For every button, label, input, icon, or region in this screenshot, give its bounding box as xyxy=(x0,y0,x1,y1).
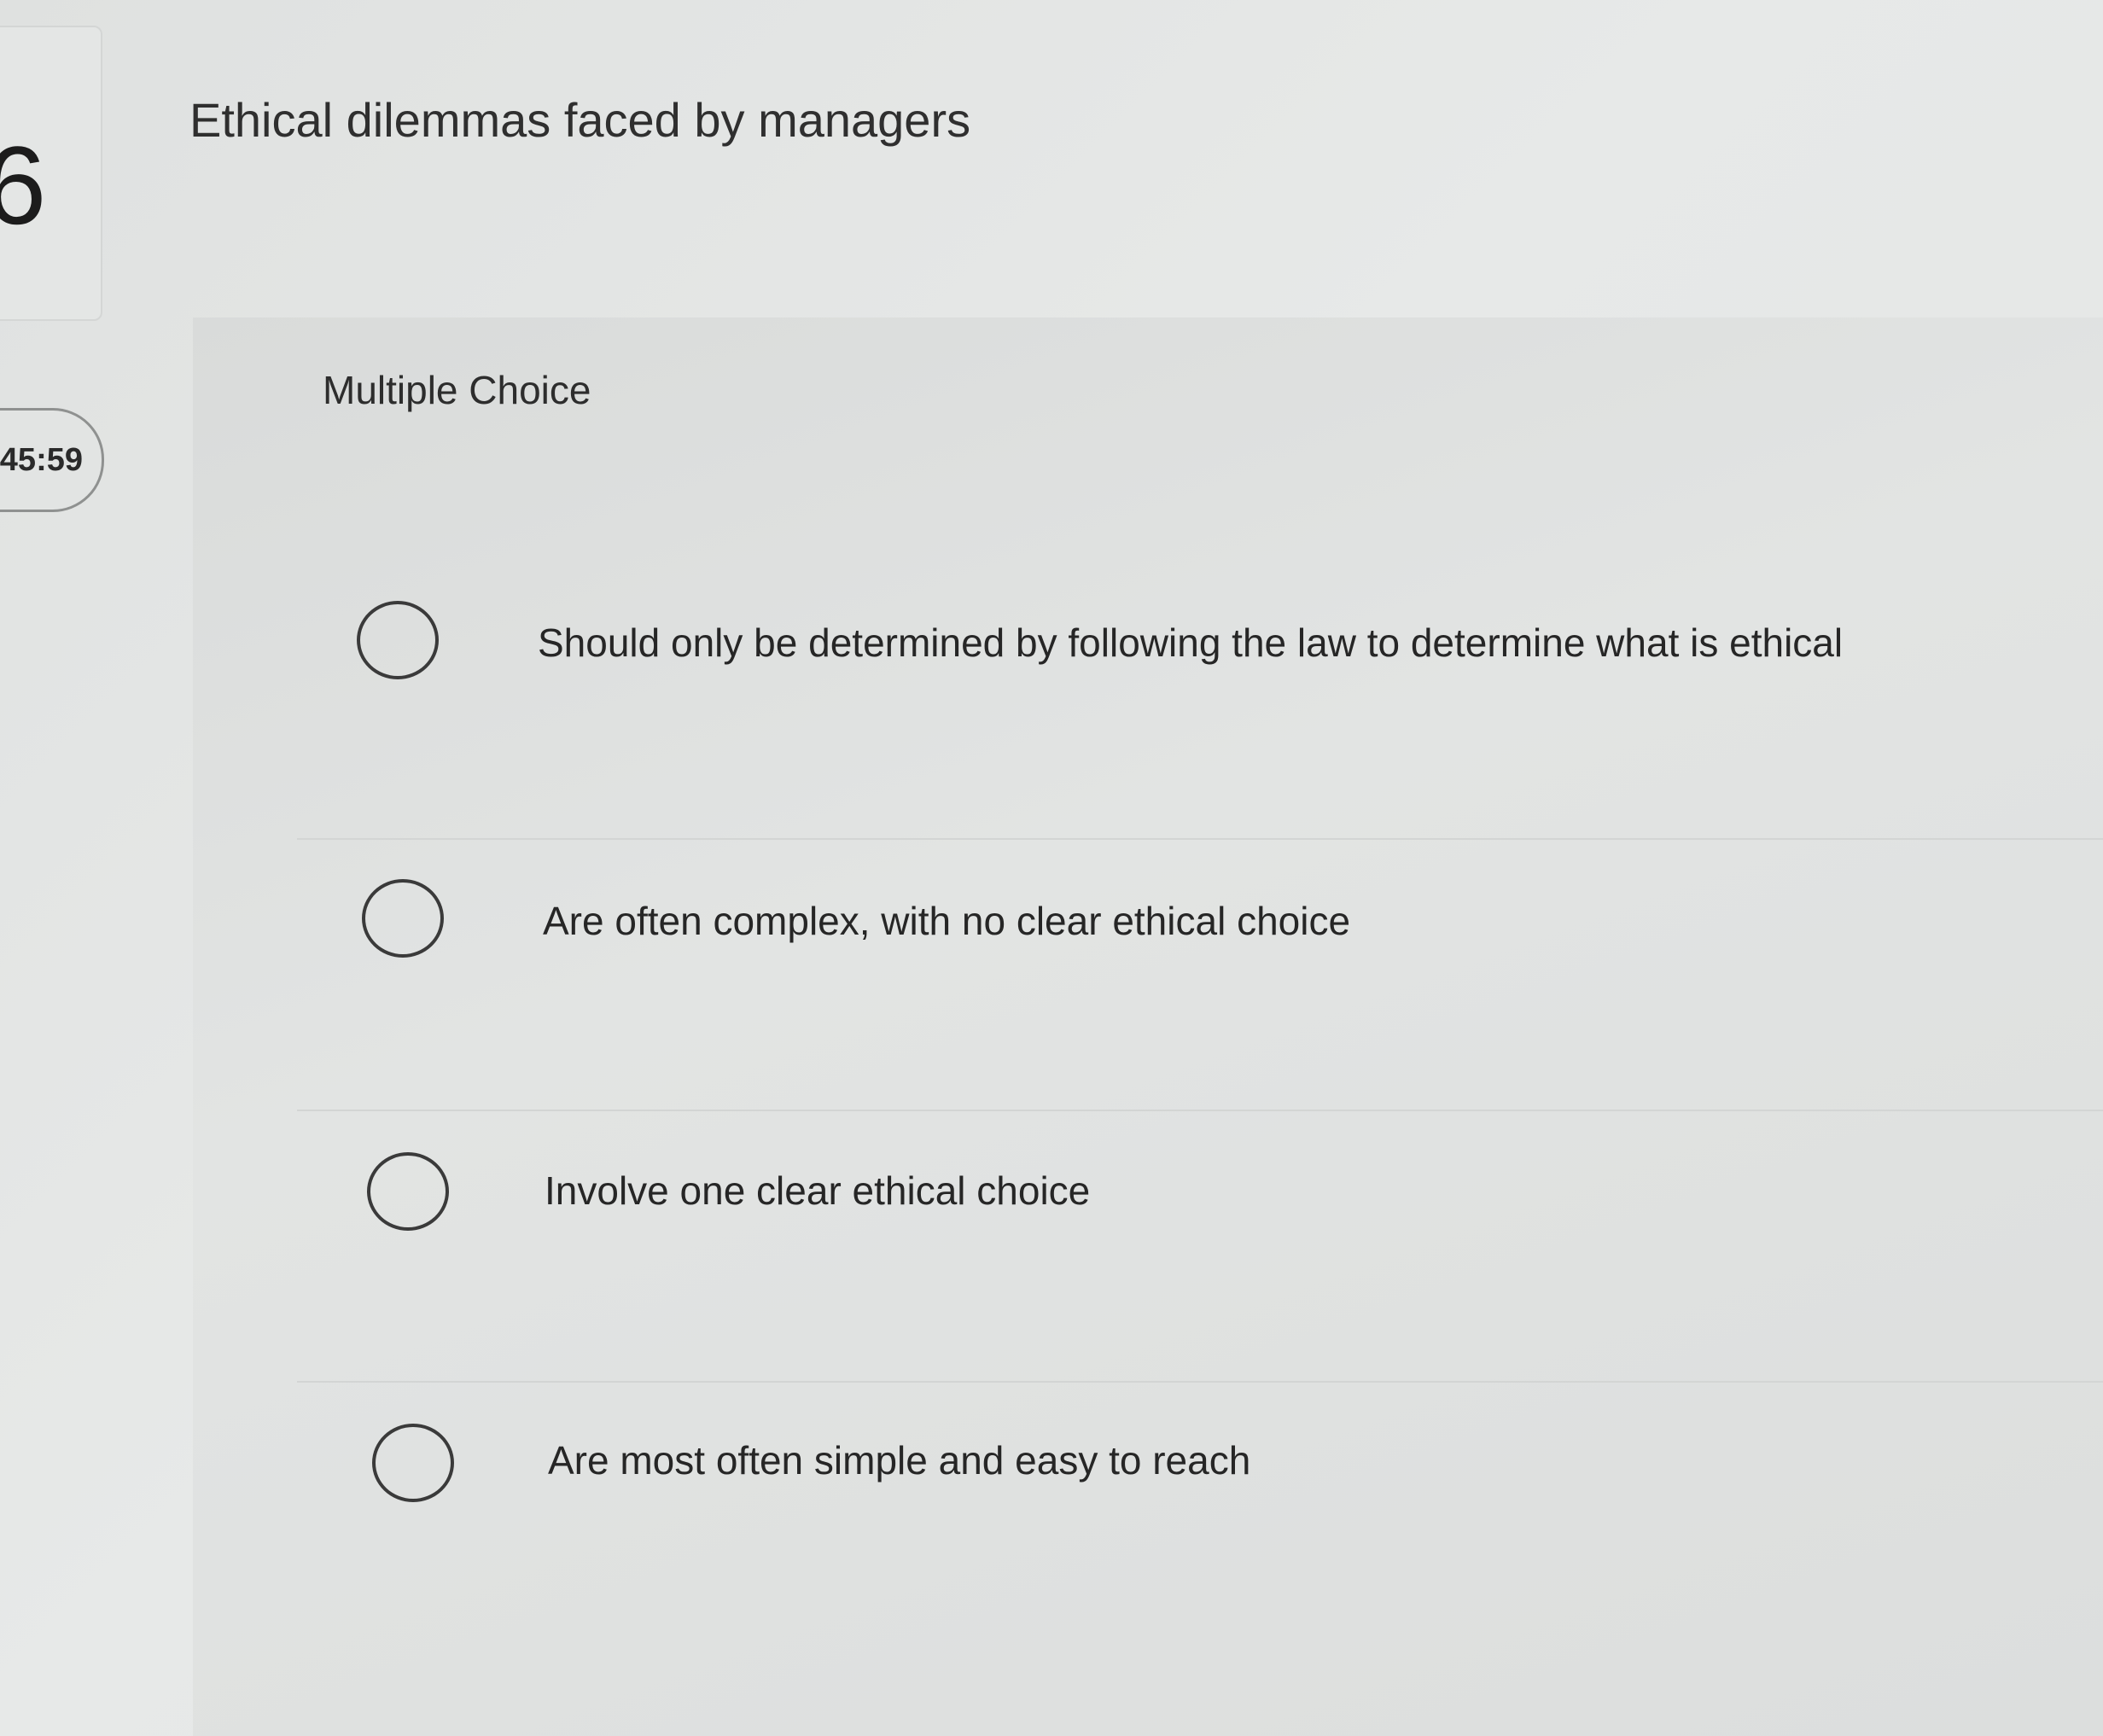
answer-option[interactable]: Are often complex, with no clear ethical… xyxy=(193,847,1985,1017)
timer-text: 45:59 xyxy=(0,441,83,478)
answer-option-label: Involve one clear ethical choice xyxy=(545,1168,1091,1213)
question-title: Ethical dilemmas faced by managers xyxy=(189,93,971,147)
answer-option-label: Are often complex, with no clear ethical… xyxy=(543,899,1351,943)
radio-button[interactable] xyxy=(362,879,444,958)
question-number: 6 xyxy=(0,130,46,241)
radio-button[interactable] xyxy=(367,1152,449,1231)
answer-options: Should only be determined by following t… xyxy=(193,317,2103,1736)
left-rail: 6 45:59 xyxy=(0,0,111,1736)
option-divider xyxy=(297,838,2103,840)
answer-option[interactable]: Should only be determined by following t… xyxy=(193,574,1985,744)
answer-option-label: Should only be determined by following t… xyxy=(538,620,1844,665)
answer-panel: Multiple Choice Should only be determine… xyxy=(193,317,2103,1736)
answer-option[interactable]: Involve one clear ethical choice xyxy=(193,1120,1985,1290)
radio-button[interactable] xyxy=(372,1424,454,1502)
option-divider xyxy=(297,1110,2103,1111)
answer-option[interactable]: Are most often simple and easy to reach xyxy=(193,1389,1985,1560)
option-divider xyxy=(297,1381,2103,1383)
answer-option-label: Are most often simple and easy to reach xyxy=(548,1438,1251,1483)
question-number-box[interactable]: 6 xyxy=(0,26,102,321)
timer-pill[interactable]: 45:59 xyxy=(0,408,104,512)
radio-button[interactable] xyxy=(357,601,439,679)
